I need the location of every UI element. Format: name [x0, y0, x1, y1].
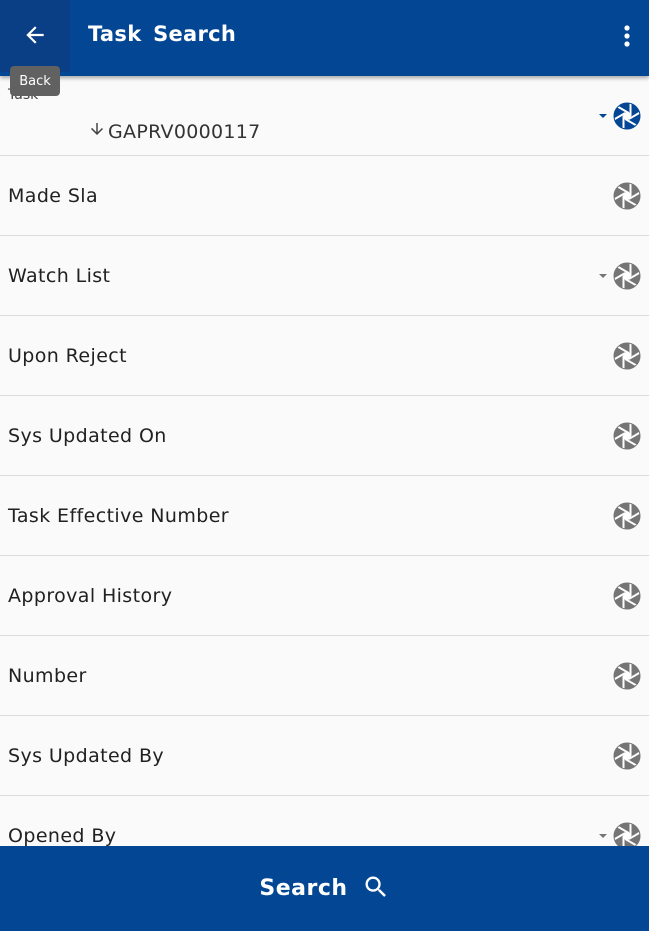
- field-list: TaskGAPRV0000117 Made Sla Watch List Upon R…: [0, 76, 649, 846]
- field-row-approval-history[interactable]: Approval History: [0, 556, 649, 636]
- dropdown-caret-icon[interactable]: [599, 833, 607, 838]
- field-label: Sys Updated On: [8, 424, 167, 447]
- field-row-opened-by[interactable]: Opened By: [0, 796, 649, 846]
- app-toolbar: Task Search: [0, 0, 649, 76]
- search-icon: [362, 873, 390, 905]
- aperture-icon[interactable]: [613, 742, 641, 770]
- field-row-task-effective-number[interactable]: Task Effective Number: [0, 476, 649, 556]
- search-button-label: Search: [259, 876, 348, 901]
- field-row-number[interactable]: Number: [0, 636, 649, 716]
- back-button[interactable]: [0, 0, 70, 72]
- arrow-back-icon: [22, 22, 48, 52]
- arrow-down-icon: [88, 120, 106, 143]
- dropdown-caret-icon[interactable]: [599, 113, 607, 118]
- aperture-icon[interactable]: [613, 502, 641, 530]
- more-options-button[interactable]: [615, 22, 639, 54]
- aperture-icon[interactable]: [613, 182, 641, 210]
- field-row-sys-updated-by[interactable]: Sys Updated By: [0, 716, 649, 796]
- aperture-icon[interactable]: [613, 422, 641, 450]
- field-row-watch-list[interactable]: Watch List: [0, 236, 649, 316]
- dropdown-caret-icon[interactable]: [599, 273, 607, 278]
- more-vert-icon: [623, 24, 631, 52]
- task-search-screen: Task Search Back TaskGAPRV0000117 Made Sl…: [0, 0, 649, 931]
- aperture-icon[interactable]: [613, 662, 641, 690]
- field-label: Approval History: [8, 584, 173, 607]
- aperture-icon[interactable]: [613, 102, 641, 130]
- field-value-container: GAPRV0000117: [88, 120, 261, 143]
- field-value: GAPRV0000117: [108, 120, 261, 143]
- aperture-icon[interactable]: [613, 342, 641, 370]
- aperture-icon[interactable]: [613, 262, 641, 290]
- field-row-sys-updated-on[interactable]: Sys Updated On: [0, 396, 649, 476]
- page-title: Task Search: [88, 22, 237, 46]
- field-label: Task Effective Number: [8, 504, 229, 527]
- field-label: Made Sla: [8, 184, 99, 207]
- field-row-upon-reject[interactable]: Upon Reject: [0, 316, 649, 396]
- field-label: Number: [8, 664, 87, 687]
- field-row-task[interactable]: TaskGAPRV0000117: [0, 76, 649, 156]
- aperture-icon[interactable]: [613, 582, 641, 610]
- field-label: Watch List: [8, 264, 111, 287]
- field-label: Sys Updated By: [8, 744, 165, 767]
- search-button[interactable]: Search: [0, 846, 649, 931]
- field-label: Opened By: [8, 824, 117, 847]
- aperture-icon[interactable]: [613, 822, 641, 846]
- back-tooltip: Back: [10, 66, 60, 96]
- field-row-made-sla[interactable]: Made Sla: [0, 156, 649, 236]
- field-label: Upon Reject: [8, 344, 127, 367]
